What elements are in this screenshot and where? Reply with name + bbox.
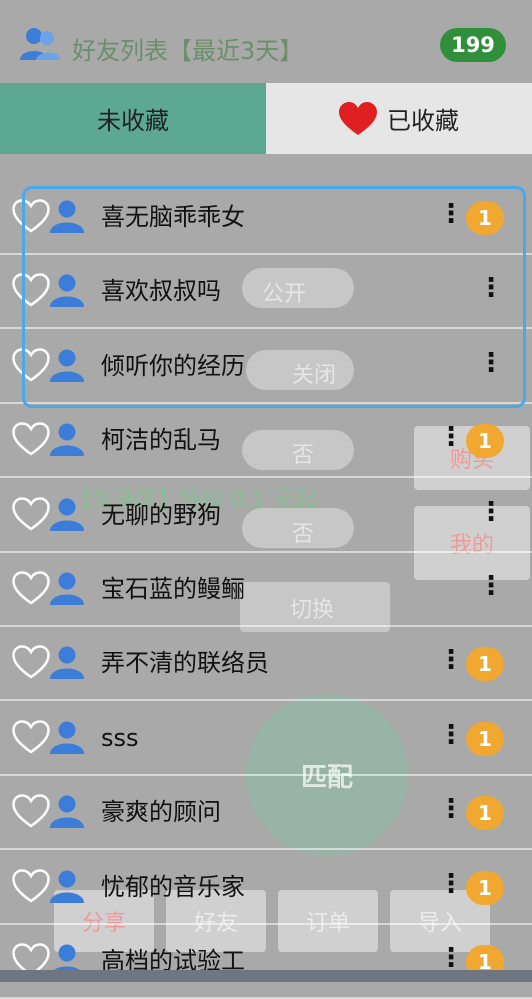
friends-icon [20, 28, 60, 60]
user-icon [50, 423, 84, 457]
friend-name: 柯洁的乱马 [101, 426, 221, 455]
friend-row[interactable]: 弄不清的联络员 ⋮ 1 [0, 627, 532, 702]
more-vertical-icon[interactable]: ⋮ [478, 569, 504, 603]
heart-outline-icon[interactable] [12, 421, 50, 457]
more-vertical-icon[interactable]: ⋮ [438, 792, 464, 826]
selection-highlight-frame [22, 186, 526, 408]
friend-row[interactable]: 忧郁的音乐家 ⋮ 1 [0, 851, 532, 925]
tab-unfavorited[interactable]: 未收藏 [0, 83, 266, 154]
heart-outline-icon[interactable] [12, 719, 50, 755]
unread-badge: 1 [466, 424, 504, 459]
user-icon [50, 795, 84, 829]
bottom-bar [0, 970, 532, 982]
more-vertical-icon[interactable]: ⋮ [438, 643, 464, 677]
header-title: 好友列表【最近3天】 [72, 37, 304, 65]
friend-name: 弄不清的联络员 [101, 649, 269, 678]
unread-badge: 1 [466, 796, 504, 831]
friend-row[interactable]: sss ⋮ 1 [0, 702, 532, 776]
friend-row[interactable]: 柯洁的乱马 ⋮ 1 [0, 404, 532, 479]
heart-outline-icon[interactable] [12, 644, 50, 680]
more-vertical-icon[interactable]: ⋮ [478, 495, 504, 529]
heart-outline-icon[interactable] [12, 570, 50, 606]
friend-name: 宝石蓝的鳗鲡 [101, 575, 245, 603]
friend-name: 忧郁的音乐家 [101, 872, 245, 901]
friend-row[interactable]: 宝石蓝的鳗鲡 ⋮ [0, 553, 532, 627]
heart-outline-icon[interactable] [12, 793, 50, 829]
heart-outline-icon[interactable] [12, 868, 50, 904]
user-icon [50, 498, 84, 531]
more-vertical-icon[interactable]: ⋮ [438, 718, 464, 752]
friend-row[interactable]: 豪爽的顾问 ⋮ 1 [0, 776, 532, 851]
unread-badge: 1 [466, 647, 504, 682]
friend-name: sss [101, 723, 139, 752]
tab-favorited[interactable]: 已收藏 [266, 83, 532, 154]
user-icon [50, 572, 84, 605]
friend-name: 无聊的野狗 [101, 500, 221, 529]
heart-icon [339, 101, 377, 135]
user-icon [50, 721, 84, 754]
friend-row[interactable]: 无聊的野狗 ⋮ [0, 479, 532, 553]
friends-list-header: 好友列表【最近3天】 199 [0, 0, 532, 84]
more-vertical-icon[interactable]: ⋮ [438, 867, 464, 901]
friend-name: 豪爽的顾问 [101, 798, 221, 827]
tab-favorited-label: 已收藏 [387, 107, 459, 135]
unread-badge: 1 [466, 721, 504, 756]
friend-row[interactable]: 高档的试验工 ⋮ 1 [0, 925, 532, 999]
friend-count-badge: 199 [440, 28, 506, 62]
user-icon [50, 870, 84, 903]
more-vertical-icon[interactable]: ⋮ [438, 420, 464, 454]
tab-unfavorited-label: 未收藏 [97, 107, 169, 135]
user-icon [50, 646, 84, 680]
heart-outline-icon[interactable] [12, 496, 50, 532]
unread-badge: 1 [466, 870, 504, 905]
friend-name: 高档的试验工 [101, 947, 245, 975]
